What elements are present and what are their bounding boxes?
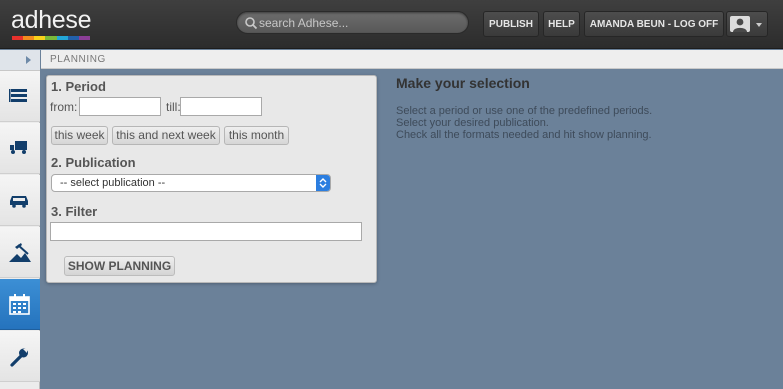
till-date-input[interactable] xyxy=(180,97,262,116)
publication-select[interactable]: -- select publication -- xyxy=(51,174,331,192)
info-line: Select your desired publication. xyxy=(396,117,549,129)
search-box[interactable] xyxy=(236,11,469,34)
tools-icon xyxy=(9,243,31,262)
info-line: Check all the formats needed and hit sho… xyxy=(396,129,652,141)
breadcrumb: PLANNING xyxy=(50,54,106,65)
info-line: Select a period or use one of the predef… xyxy=(396,105,653,117)
preset-this-month-button[interactable]: this month xyxy=(224,126,289,145)
sidebar-item-delivery[interactable] xyxy=(0,123,40,174)
sidebar-item-planning[interactable] xyxy=(0,279,40,330)
search-icon xyxy=(245,17,258,30)
app-logo[interactable]: adhese xyxy=(11,6,92,35)
selection-panel: 1. Period from: till: this week this and… xyxy=(46,75,377,283)
sidebar-item-list[interactable] xyxy=(0,71,40,122)
period-heading: 1. Period xyxy=(51,79,106,94)
breadcrumb-bar: PLANNING xyxy=(41,50,783,69)
info-title: Make your selection xyxy=(396,75,530,91)
list-icon xyxy=(9,89,27,102)
user-menu-button[interactable] xyxy=(726,11,768,37)
calendar-icon xyxy=(9,294,30,315)
wrench-icon xyxy=(10,348,28,367)
left-sidebar xyxy=(0,50,40,389)
publication-heading: 2. Publication xyxy=(51,155,136,170)
logoff-button[interactable]: AMANDA BEUN - LOG OFF xyxy=(584,11,724,37)
from-label: from: xyxy=(50,100,78,114)
till-label: till: xyxy=(166,100,181,114)
from-date-input[interactable] xyxy=(79,97,161,116)
filter-input[interactable] xyxy=(50,222,362,241)
select-arrows-icon xyxy=(316,175,330,191)
sidebar-item-vehicles[interactable] xyxy=(0,175,40,226)
top-bar: adhese PUBLISH HELP AMANDA BEUN - LOG OF… xyxy=(0,0,783,49)
preset-this-and-next-week-button[interactable]: this and next week xyxy=(112,126,220,145)
expand-arrow-icon xyxy=(26,56,31,64)
logo-color-stripe xyxy=(12,36,90,40)
search-input[interactable] xyxy=(259,14,459,31)
avatar xyxy=(730,16,750,32)
car-icon xyxy=(10,196,28,208)
sidebar-item-tools[interactable] xyxy=(0,227,40,278)
sidebar-item-settings[interactable] xyxy=(0,331,40,382)
user-icon xyxy=(733,18,747,32)
help-button[interactable]: HELP xyxy=(543,11,580,37)
truck-icon xyxy=(10,141,27,154)
show-planning-button[interactable]: SHOW PLANNING xyxy=(64,256,175,276)
sidebar-expand-toggle[interactable] xyxy=(0,50,40,71)
chevron-down-icon xyxy=(756,23,762,27)
preset-this-week-button[interactable]: this week xyxy=(51,126,108,145)
publish-button[interactable]: PUBLISH xyxy=(483,11,539,37)
filter-heading: 3. Filter xyxy=(51,204,98,219)
publication-select-value: -- select publication -- xyxy=(60,177,166,189)
